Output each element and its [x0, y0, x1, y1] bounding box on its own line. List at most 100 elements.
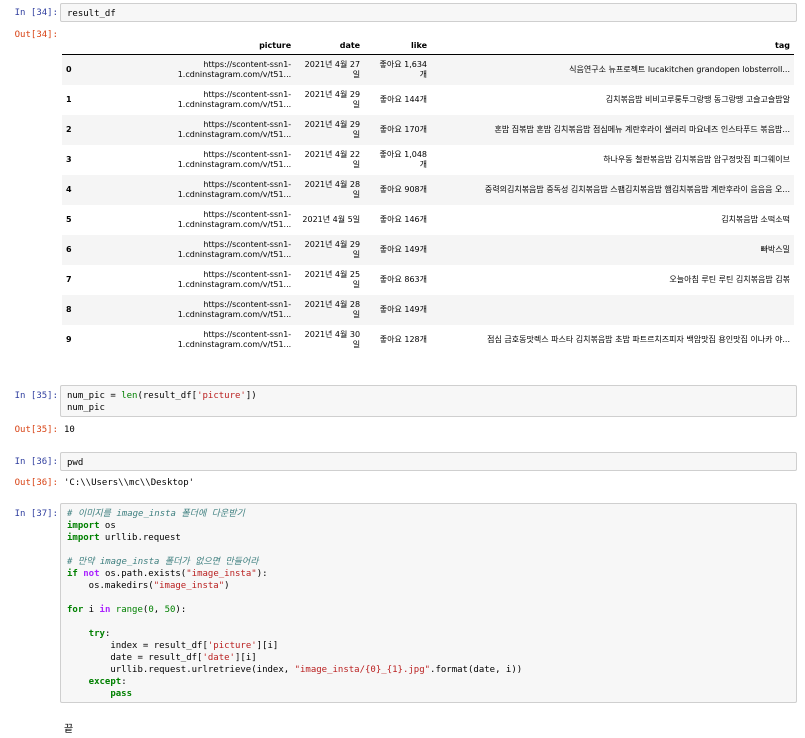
- code-operator: not: [77, 569, 100, 579]
- picture-text: https://scontent-ssn1-: [203, 180, 292, 189]
- picture-text: https://scontent-ssn1-: [203, 150, 292, 159]
- like-text: 좋아요 146개: [379, 215, 428, 224]
- out-prompt-36: Out[36]:: [14, 478, 58, 488]
- code-keyword: import: [67, 521, 100, 531]
- dataframe-table: picture date like tag 0 https://scontent-…: [62, 36, 794, 355]
- date-cell: 2021년 4월 22 일: [295, 145, 364, 175]
- code-text: ):: [175, 605, 187, 615]
- header-date: date: [295, 36, 365, 55]
- tag-cell: 식음연구소 뉴프로젝트 lucakitchen grandopen lobste…: [569, 65, 790, 74]
- table-row: 1 https://scontent-ssn1- 1.cdninstagram.co…: [62, 85, 794, 115]
- date-text: 일: [352, 280, 361, 289]
- code-string: 'picture': [207, 641, 257, 651]
- date-text: 일: [352, 130, 361, 139]
- like-cell: 좋아요 863개: [364, 265, 431, 295]
- row-index: 5: [66, 215, 72, 224]
- date-cell: 2021년 4월 5일: [295, 205, 364, 235]
- tag-cell: 중력의김치볶음밥 중독성 김치볶음밥 스팸김치볶음밥 햄김치볶음밥 계란후라이 …: [484, 185, 790, 194]
- code-string: "image_insta": [153, 581, 225, 591]
- picture-cell: https://scontent-ssn1- 1.cdninstagram.com…: [84, 235, 295, 265]
- row-index: 2: [66, 125, 72, 134]
- code-cell-35[interactable]: num_pic = len(result_df['picture']) num_…: [60, 385, 797, 417]
- tag-cell: 혼밥 집볶밥 혼밥 김치볶음밥 점심메뉴 계란후라이 샐러리 마요네즈 인스타푸…: [494, 125, 790, 134]
- date-text: 일: [352, 250, 361, 259]
- picture-cell: https://scontent-ssn1- 1.cdninstagram.com…: [84, 265, 295, 295]
- code-text: ,: [153, 605, 165, 615]
- date-text: 일: [352, 310, 361, 319]
- picture-text: 1.cdninstagram.com/v/t51...: [177, 280, 292, 289]
- row-index: 9: [66, 335, 72, 344]
- code-keyword: pass: [67, 689, 133, 699]
- tag-cell: 김치볶음밥 소떡소떡: [721, 215, 790, 224]
- date-text: 일: [352, 160, 361, 169]
- code-text: :: [121, 677, 127, 687]
- like-text: 좋아요 128개: [379, 335, 428, 344]
- picture-cell: https://scontent-ssn1- 1.cdninstagram.com…: [84, 55, 295, 86]
- picture-text: https://scontent-ssn1-: [203, 270, 292, 279]
- table-header: picture date like tag: [62, 36, 794, 55]
- picture-cell: https://scontent-ssn1- 1.cdninstagram.com…: [84, 85, 295, 115]
- like-text: 좋아요 1,048: [379, 150, 428, 159]
- code-comment: # 만약 image_insta 폴더가 없으면 만들어라: [67, 557, 259, 567]
- like-text: 좋아요 170개: [379, 125, 428, 134]
- table-row: 0 https://scontent-ssn1- 1.cdninstagram.co…: [62, 54, 794, 86]
- like-cell: 좋아요 146개: [364, 205, 431, 235]
- code-keyword: if: [67, 569, 78, 579]
- date-text: 일: [352, 100, 361, 109]
- output-36: 'C:\\Users\\mc\\Desktop': [64, 478, 195, 488]
- picture-text: https://scontent-ssn1-: [203, 210, 292, 219]
- code-text: num_pic: [67, 403, 105, 413]
- code-keyword: import: [67, 533, 100, 543]
- date-text: 2021년 4월 25: [304, 270, 361, 279]
- code-text: ]): [245, 391, 257, 401]
- date-text: 일: [352, 70, 361, 79]
- picture-cell: https://scontent-ssn1- 1.cdninstagram.com…: [84, 145, 295, 175]
- like-cell: 좋아요 170개: [364, 115, 431, 145]
- picture-text: https://scontent-ssn1-: [203, 330, 292, 339]
- picture-text: 1.cdninstagram.com/v/t51...: [177, 220, 292, 229]
- code-operator: in: [99, 605, 111, 615]
- code-cell-37[interactable]: # 이미지를 image_insta 폴더에 다운받기 import os im…: [60, 503, 797, 703]
- like-text: 좋아요 908개: [379, 185, 428, 194]
- row-index: 4: [66, 185, 72, 194]
- like-text: 개: [419, 70, 428, 79]
- like-cell: 좋아요 144개: [364, 85, 431, 115]
- row-index: 3: [66, 155, 72, 164]
- tag-cell: 김치볶음밥 비비고루룽투그랑땡 동그랑땡 고슬고슬밥알: [605, 95, 790, 104]
- date-text: 2021년 4월 28: [304, 300, 361, 309]
- like-cell: 좋아요 128개: [364, 325, 431, 355]
- date-cell: 2021년 4월 28 일: [295, 295, 364, 325]
- date-cell: 2021년 4월 29 일: [295, 85, 364, 115]
- picture-text: 1.cdninstagram.com/v/t51...: [177, 100, 292, 109]
- code-text: urllib.request.urlretrieve(index,: [67, 665, 295, 675]
- date-text: 2021년 4월 28: [304, 180, 361, 189]
- code-text: i: [83, 605, 100, 615]
- header-index: [62, 36, 85, 55]
- like-cell: 좋아요 908개: [364, 175, 431, 205]
- row-index: 1: [66, 95, 72, 104]
- like-text: 좋아요 149개: [379, 305, 428, 314]
- like-cell: 좋아요 1,048 개: [364, 145, 431, 175]
- picture-cell: https://scontent-ssn1- 1.cdninstagram.com…: [84, 295, 295, 325]
- date-cell: 2021년 4월 29 일: [295, 235, 364, 265]
- in-prompt-34: In [34]:: [14, 8, 58, 18]
- code-text: ):: [256, 569, 268, 579]
- like-cell: 좋아요 1,634 개: [364, 55, 431, 86]
- code-string: 'picture': [197, 391, 246, 401]
- code-text: os.path.exists(: [99, 569, 187, 579]
- tag-cell: 빠박스밀: [760, 245, 790, 254]
- code-keyword: except: [67, 677, 122, 687]
- code-text: .format(date, i)): [430, 665, 523, 675]
- code-keyword: try: [67, 629, 105, 639]
- picture-text: https://scontent-ssn1-: [203, 120, 292, 129]
- code-string: 'date': [202, 653, 235, 663]
- date-cell: 2021년 4월 29 일: [295, 115, 364, 145]
- code-cell-36[interactable]: pwd: [60, 452, 797, 471]
- header-tag: tag: [431, 36, 794, 55]
- picture-text: 1.cdninstagram.com/v/t51...: [177, 130, 292, 139]
- code-cell-34[interactable]: result_df: [60, 3, 797, 22]
- code-string: "image_insta/{0}_{1}.jpg": [294, 665, 431, 675]
- like-text: 좋아요 1,634: [379, 60, 428, 69]
- tag-cell: 하나우동 철판볶음밥 김치볶음밥 압구정맛집 피그웨이브: [603, 155, 790, 164]
- code-comment: # 이미지를 image_insta 폴더에 다운받기: [67, 509, 245, 519]
